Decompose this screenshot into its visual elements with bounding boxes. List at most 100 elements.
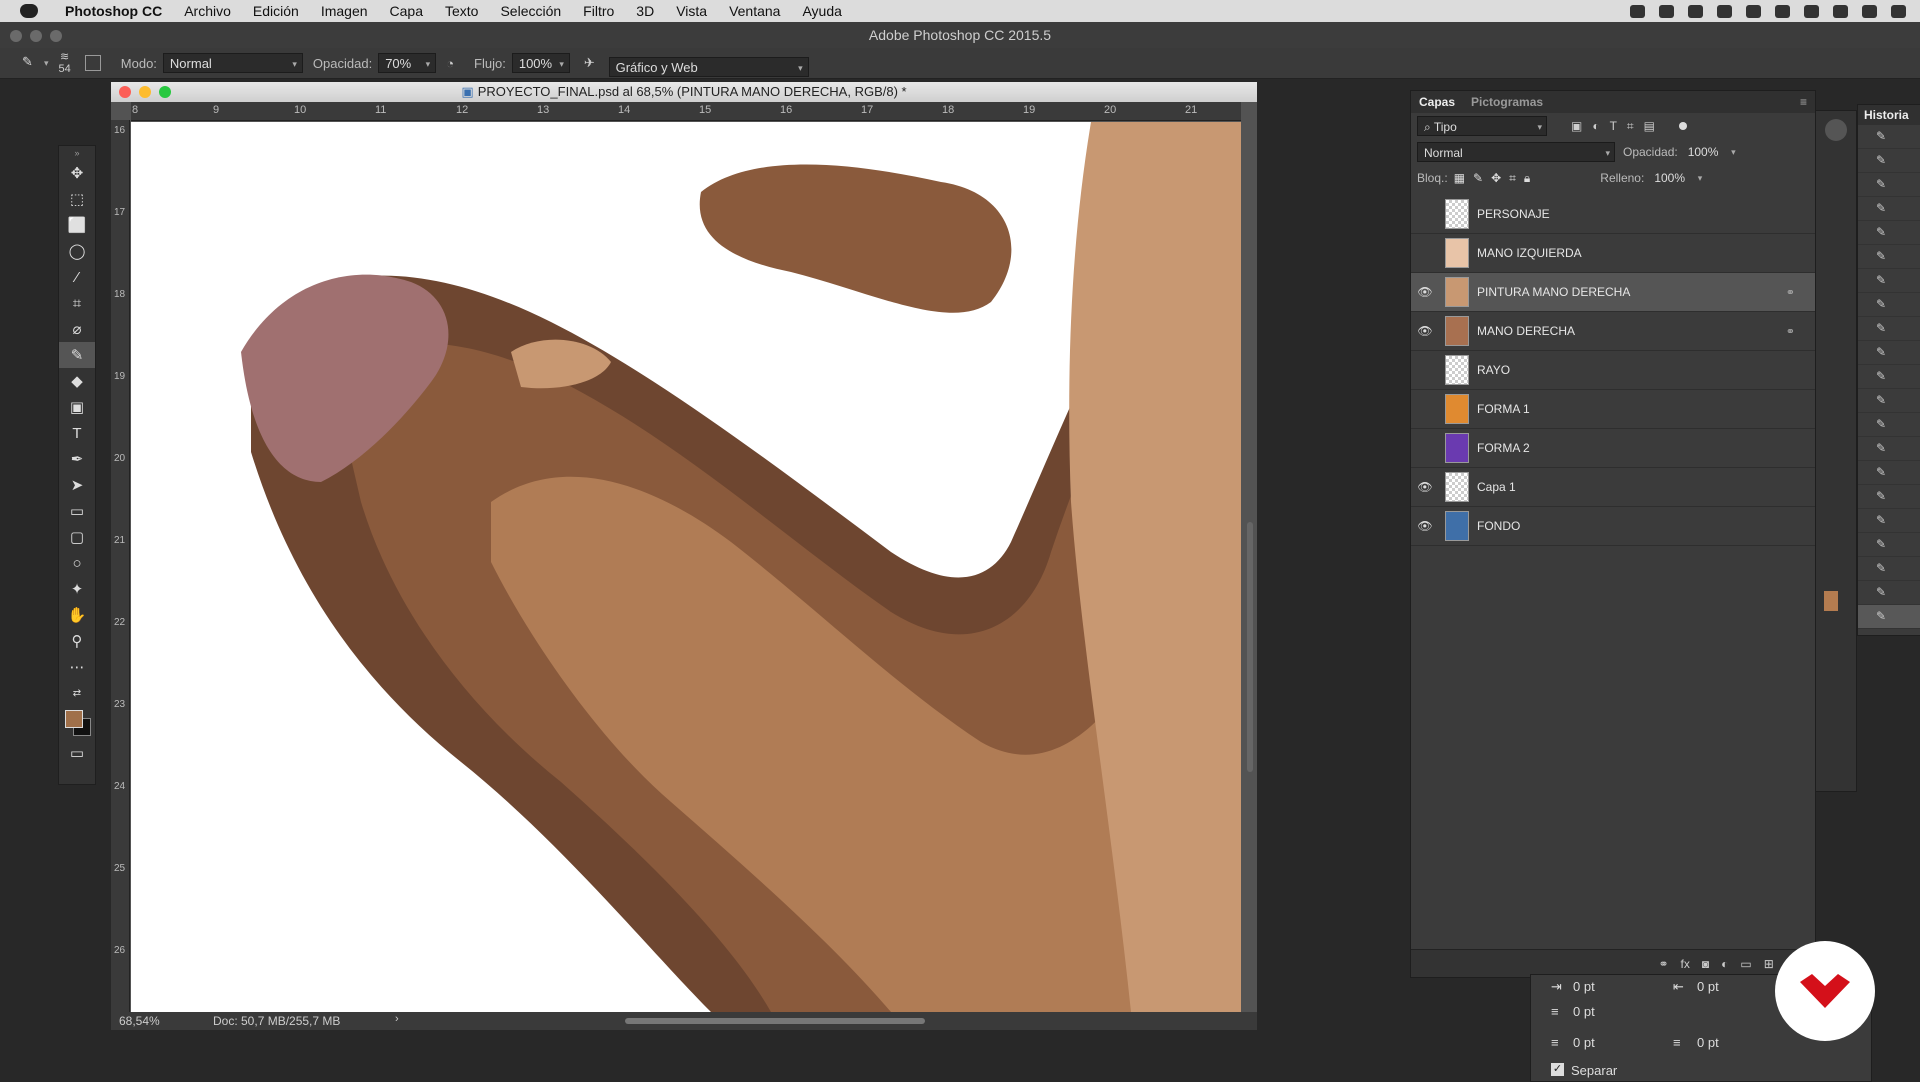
history-state[interactable]: ✎ (1858, 365, 1920, 389)
menu-vista[interactable]: Vista (665, 0, 718, 22)
user-icon[interactable] (1862, 4, 1877, 18)
wifi-icon[interactable] (1804, 4, 1819, 18)
history-state[interactable]: ✎ (1858, 125, 1920, 149)
zoom-tool[interactable]: ⚲ (59, 628, 95, 654)
screen-mode-button[interactable]: ▭ (59, 740, 95, 766)
panel-menu-icon[interactable]: ≡ (1800, 95, 1807, 109)
swap-colors[interactable]: ⇄ (59, 680, 95, 706)
layer-opacity-field[interactable]: 100% ▾ (1682, 142, 1740, 162)
filter-icons[interactable]: ▣◐T⌗▤ (1571, 119, 1665, 134)
list-icon[interactable] (1891, 4, 1906, 18)
layer-row[interactable]: FORMA 1 (1411, 390, 1815, 429)
menu-seleccion[interactable]: Selección (489, 0, 572, 22)
history-state[interactable]: ✎ (1858, 269, 1920, 293)
fx-icon[interactable]: fx (1681, 957, 1690, 971)
document-tab[interactable]: ▣ PROYECTO_FINAL.psd al 68,5% (PINTURA MA… (111, 82, 1257, 102)
artboard-tool[interactable]: ⬚ (59, 186, 95, 212)
dropbox-icon[interactable] (1659, 4, 1674, 18)
brush-tool[interactable]: ✎ (59, 342, 95, 368)
cc-icon[interactable] (1688, 4, 1703, 18)
pressure-opacity-icon[interactable]: ◔ (446, 56, 454, 71)
zoom-level[interactable]: 68,54% (119, 1014, 160, 1028)
history-state[interactable]: ✎ (1858, 221, 1920, 245)
layer-row[interactable]: FORMA 2 (1411, 429, 1815, 468)
history-state[interactable]: ✎ (1858, 341, 1920, 365)
zoom-document-button[interactable] (159, 86, 171, 98)
menu-imagen[interactable]: Imagen (310, 0, 379, 22)
history-state[interactable]: ✎ (1858, 317, 1920, 341)
vertical-ruler[interactable]: 16 17 18 19 20 21 22 23 24 25 26 (111, 120, 130, 1016)
rounded-rect-tool[interactable]: ▢ (59, 524, 95, 550)
history-state[interactable]: ✎ (1858, 605, 1920, 629)
lock-icons[interactable]: ▦✎✥⌗🔒︎ (1454, 171, 1539, 186)
magic-wand-tool[interactable]: ⁄ (59, 264, 95, 290)
history-state[interactable]: ✎ (1858, 173, 1920, 197)
tab-pictogramas[interactable]: Pictogramas (1463, 95, 1551, 109)
mode-select[interactable]: Normal ▾ (162, 53, 303, 73)
space-before-value[interactable]: 0 pt (1573, 1035, 1595, 1050)
chevron-right-icon[interactable]: › (395, 1013, 399, 1025)
color-swatches[interactable] (59, 706, 95, 740)
folder-icon[interactable]: ▭ (1740, 957, 1751, 971)
record-icon[interactable] (1630, 4, 1645, 18)
shield-icon[interactable] (1746, 4, 1761, 18)
horizontal-ruler[interactable]: 8 9 10 11 12 13 14 15 16 17 18 19 20 21 (131, 102, 1241, 121)
airbrush-icon[interactable]: ✈ (584, 55, 595, 71)
blend-mode-select[interactable]: Normal ▾ (1417, 142, 1615, 162)
indent-right-value[interactable]: 0 pt (1697, 979, 1719, 994)
brush-panel-icon[interactable] (84, 55, 101, 71)
hand-tool[interactable]: ✋ (59, 602, 95, 628)
history-state[interactable]: ✎ (1858, 197, 1920, 221)
app-icon[interactable] (1717, 4, 1732, 18)
eye-icon[interactable]: 👁︎ (1411, 519, 1439, 533)
notification-icon[interactable] (1775, 4, 1790, 18)
history-state[interactable]: ✎ (1858, 557, 1920, 581)
link-icon[interactable]: ⚭ (1658, 957, 1668, 971)
adjustment-icon[interactable]: ◐ (1721, 957, 1728, 971)
swatch-icon[interactable] (1824, 591, 1838, 611)
menu-app[interactable]: Photoshop CC (54, 0, 173, 22)
hyphenate-checkbox[interactable]: ✓ (1551, 1063, 1564, 1076)
marquee-tool[interactable]: ⬜ (59, 212, 95, 238)
libraries-icon[interactable] (1825, 119, 1847, 141)
menu-edicion[interactable]: Edición (242, 0, 310, 22)
menu-archivo[interactable]: Archivo (173, 0, 242, 22)
indent-left-value[interactable]: 0 pt (1573, 979, 1595, 994)
brush-preset-picker[interactable]: ≋ 54 (59, 51, 71, 75)
canvas[interactable] (131, 122, 1241, 1012)
mask-icon[interactable]: ◙ (1702, 957, 1709, 971)
layer-row[interactable]: 👁︎ FONDO (1411, 507, 1815, 546)
ellipse-tool[interactable]: ○ (59, 550, 95, 576)
first-line-value[interactable]: 0 pt (1573, 1004, 1595, 1019)
menu-ventana[interactable]: Ventana (718, 0, 791, 22)
history-state[interactable]: ✎ (1858, 245, 1920, 269)
menu-capa[interactable]: Capa (379, 0, 434, 22)
move-tool[interactable]: ✥ (59, 160, 95, 186)
workspace-select[interactable]: Gráfico y Web ▾ (608, 57, 809, 77)
history-state[interactable]: ✎ (1858, 461, 1920, 485)
more-tools[interactable]: ⋯ (59, 654, 95, 680)
eye-icon[interactable]: 👁︎ (1411, 324, 1439, 338)
new-layer-icon[interactable]: ⊞ (1764, 957, 1774, 971)
horizontal-scrollbar[interactable] (625, 1018, 925, 1024)
menu-ayuda[interactable]: Ayuda (791, 0, 852, 22)
tab-capas[interactable]: Capas (1411, 95, 1463, 109)
layer-row[interactable]: 👁︎ MANO DERECHA ⚭ (1411, 312, 1815, 351)
history-state[interactable]: ✎ (1858, 485, 1920, 509)
menu-filtro[interactable]: Filtro (572, 0, 625, 22)
filter-kind-select[interactable]: ⌕ Tipo ▾ (1417, 116, 1547, 136)
layer-row[interactable]: PERSONAJE (1411, 195, 1815, 234)
history-state[interactable]: ✎ (1858, 389, 1920, 413)
history-state[interactable]: ✎ (1858, 293, 1920, 317)
path-selection-tool[interactable]: ➤ (59, 472, 95, 498)
minimize-document-button[interactable] (139, 86, 151, 98)
layer-row[interactable]: 👁︎ PINTURA MANO DERECHA ⚭ (1411, 273, 1815, 312)
search-icon[interactable] (1833, 4, 1848, 18)
history-state[interactable]: ✎ (1858, 413, 1920, 437)
chevron-down-icon[interactable]: ▾ (44, 58, 49, 69)
menu-3d[interactable]: 3D (625, 0, 665, 22)
close-document-button[interactable] (119, 86, 131, 98)
vertical-scrollbar[interactable] (1247, 522, 1253, 772)
history-state[interactable]: ✎ (1858, 509, 1920, 533)
fill-field[interactable]: 100% ▾ (1648, 168, 1706, 188)
